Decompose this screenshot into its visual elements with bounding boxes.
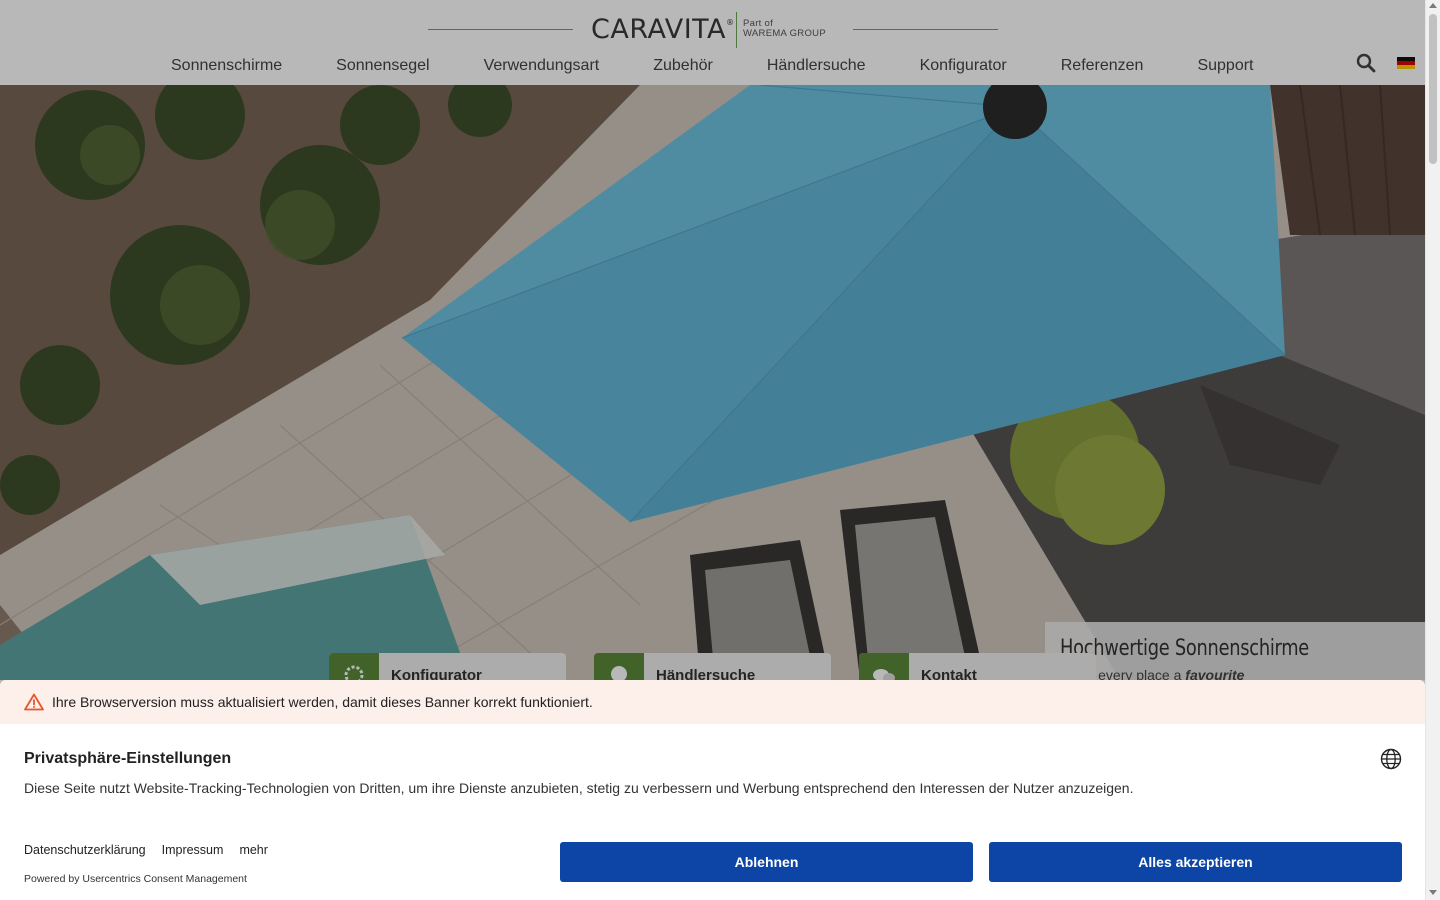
powered-by-text: Powered by Usercentrics Consent Manageme…: [24, 873, 247, 885]
privacy-policy-link[interactable]: Datenschutzerklärung: [24, 843, 146, 857]
warning-icon: [24, 693, 44, 711]
consent-title: Privatsphäre-Einstellungen: [24, 750, 232, 767]
scroll-up-arrow-icon[interactable]: [1429, 3, 1437, 8]
browser-warning-text: Ihre Browserversion muss aktualisiert we…: [52, 694, 593, 710]
scroll-thumb[interactable]: [1429, 14, 1437, 164]
page-scrollbar[interactable]: [1425, 0, 1440, 900]
deny-button[interactable]: Ablehnen: [560, 842, 973, 882]
more-link[interactable]: mehr: [239, 843, 267, 857]
consent-links: Datenschutzerklärung Impressum mehr: [24, 843, 268, 857]
consent-description: Diese Seite nutzt Website-Tracking-Techn…: [24, 780, 1134, 796]
scroll-down-arrow-icon[interactable]: [1429, 890, 1437, 895]
globe-icon[interactable]: [1380, 748, 1402, 770]
browser-warning-bar: Ihre Browserversion muss aktualisiert we…: [0, 680, 1425, 724]
accept-all-button[interactable]: Alles akzeptieren: [989, 842, 1402, 882]
cookie-consent-banner: Ihre Browserversion muss aktualisiert we…: [0, 680, 1425, 900]
imprint-link[interactable]: Impressum: [162, 843, 224, 857]
